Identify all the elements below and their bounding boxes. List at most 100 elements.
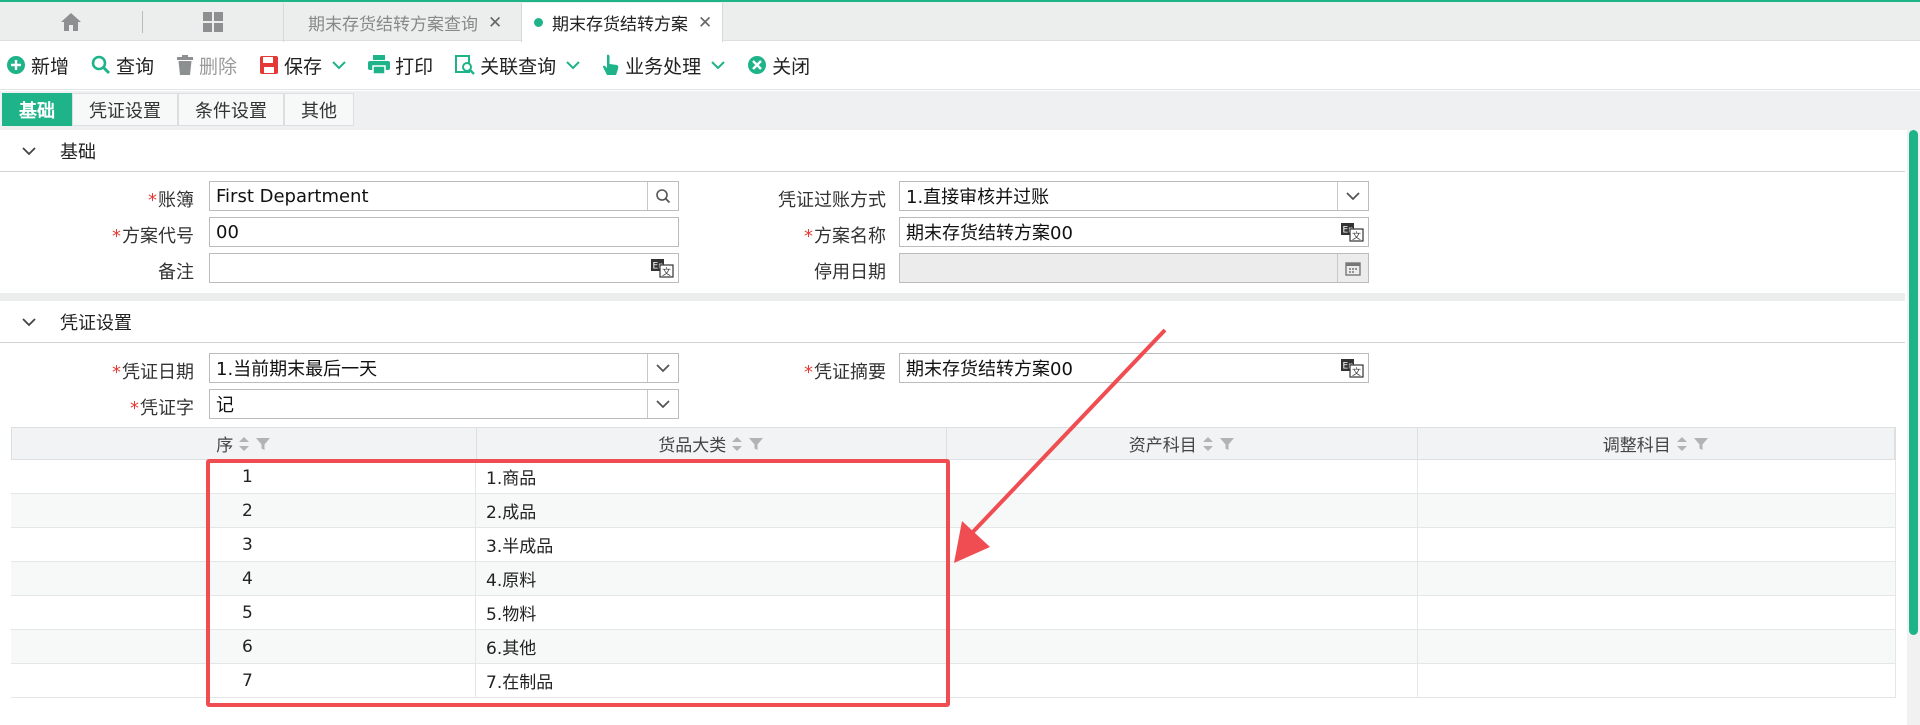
language-translate-icon[interactable]: En 文 — [1340, 358, 1364, 383]
seq-cell: 3 — [11, 528, 476, 561]
category-cell[interactable]: 6.其他 — [476, 630, 947, 663]
chevron-down-icon[interactable] — [647, 390, 678, 418]
adjust-account-cell[interactable] — [1418, 630, 1896, 663]
category-cell[interactable]: 2.成品 — [476, 494, 947, 527]
tab-other[interactable]: 其他 — [284, 93, 354, 126]
vertical-scrollbar[interactable] — [1907, 130, 1920, 725]
close-label: 关闭 — [772, 55, 811, 78]
business-process-button[interactable]: 业务处理 — [602, 52, 725, 79]
adjust-account-cell[interactable] — [1418, 528, 1896, 561]
chevron-down-icon[interactable] — [647, 354, 678, 382]
category-cell[interactable]: 3.半成品 — [476, 528, 947, 561]
scheme-name-value: 期末存货结转方案00 — [906, 223, 1073, 244]
query-label: 查询 — [116, 55, 155, 78]
search-icon[interactable] — [647, 182, 678, 210]
scheme-code-input[interactable]: 00 — [209, 217, 679, 247]
voucher-word-select[interactable]: 记 — [209, 389, 679, 419]
basic-group-header[interactable]: 基础 — [0, 130, 1905, 172]
chevron-down-icon — [22, 146, 36, 155]
remark-input[interactable]: En 文 — [209, 253, 679, 283]
chevron-down-icon — [22, 317, 36, 326]
seq-cell: 7 — [11, 664, 476, 697]
close-button[interactable]: 关闭 — [747, 52, 810, 79]
tab-label: 期末存货结转方案 — [552, 15, 688, 35]
adjust-account-cell[interactable] — [1418, 460, 1896, 493]
home-icon[interactable] — [56, 8, 86, 36]
category-cell[interactable]: 7.在制品 — [476, 664, 947, 697]
asset-account-cell[interactable] — [947, 596, 1418, 629]
filter-icon[interactable] — [748, 436, 764, 452]
posting-method-label: 凭证过账方式 — [778, 190, 886, 211]
column-header-seq[interactable]: 序 — [12, 428, 477, 459]
sort-icon[interactable] — [730, 435, 744, 453]
scheme-name-label: *方案名称 — [804, 226, 886, 247]
tab-basic[interactable]: 基础 — [2, 93, 72, 126]
adjust-account-cell[interactable] — [1418, 494, 1896, 527]
category-cell[interactable]: 4.原料 — [476, 562, 947, 595]
ledger-label: *账簿 — [148, 190, 194, 211]
language-translate-icon[interactable]: En 文 — [650, 258, 674, 283]
chevron-down-icon[interactable] — [711, 60, 725, 70]
filter-icon[interactable] — [1693, 436, 1709, 452]
chevron-down-icon[interactable] — [1337, 182, 1368, 210]
tab-scheme-query[interactable]: 期末存货结转方案查询 ✕ — [283, 3, 512, 42]
svg-text:文: 文 — [662, 266, 671, 278]
svg-text:文: 文 — [1352, 366, 1361, 378]
document-tab-bar: 期末存货结转方案查询 ✕ 期末存货结转方案 ✕ — [0, 0, 1920, 42]
delete-button[interactable]: 删除 — [176, 52, 237, 79]
close-circle-icon — [748, 56, 767, 74]
close-icon[interactable]: ✕ — [488, 13, 502, 33]
ledger-field[interactable]: First Department — [209, 181, 679, 211]
column-title: 序 — [216, 436, 234, 456]
section-tabs: 基础 凭证设置 条件设置 其他 — [2, 93, 354, 126]
apps-grid-icon[interactable] — [198, 8, 228, 36]
table-row[interactable]: 7 7.在制品 — [11, 664, 1896, 698]
scrollbar-thumb[interactable] — [1909, 130, 1918, 635]
related-query-button[interactable]: 关联查询 — [455, 52, 580, 79]
new-label: 新增 — [31, 55, 70, 78]
tab-voucher-settings[interactable]: 凭证设置 — [72, 93, 178, 126]
adjust-account-cell[interactable] — [1418, 664, 1896, 697]
scheme-code-label: *方案代号 — [112, 226, 194, 247]
sort-icon[interactable] — [1201, 435, 1215, 453]
category-cell[interactable]: 1.商品 — [476, 460, 947, 493]
toolbar: 新增 查询 删除 保存 打印 关联查询 业务处理 关闭 — [0, 41, 1920, 90]
posting-method-select[interactable]: 1.直接审核并过账 — [899, 181, 1369, 211]
search-icon — [91, 55, 111, 75]
document-search-icon — [455, 55, 475, 75]
query-button[interactable]: 查询 — [91, 52, 154, 79]
annotation-arrow-icon — [954, 328, 1167, 563]
scheme-name-input[interactable]: 期末存货结转方案00 En 文 — [899, 217, 1369, 247]
chevron-down-icon[interactable] — [566, 60, 580, 70]
save-button[interactable]: 保存 — [259, 52, 346, 79]
column-header-adjust-account[interactable]: 调整科目 — [1418, 428, 1895, 459]
adjust-account-cell[interactable] — [1418, 562, 1896, 595]
ledger-value: First Department — [216, 185, 369, 207]
column-header-category[interactable]: 货品大类 — [477, 428, 947, 459]
chevron-down-icon[interactable] — [332, 60, 346, 70]
scheme-code-value: 00 — [216, 221, 239, 243]
seq-cell: 2 — [11, 494, 476, 527]
table-row[interactable]: 6 6.其他 — [11, 630, 1896, 664]
sort-icon[interactable] — [237, 435, 251, 453]
sort-icon[interactable] — [1675, 435, 1689, 453]
category-cell[interactable]: 5.物料 — [476, 596, 947, 629]
voucher-date-select[interactable]: 1.当前期末最后一天 — [209, 353, 679, 383]
new-button[interactable]: 新增 — [6, 52, 69, 79]
hand-pointer-icon — [603, 54, 619, 75]
adjust-account-cell[interactable] — [1418, 596, 1896, 629]
close-icon[interactable]: ✕ — [698, 13, 712, 33]
voucher-word-label: *凭证字 — [130, 398, 194, 419]
group-title: 凭证设置 — [60, 312, 132, 334]
print-button[interactable]: 打印 — [368, 52, 433, 79]
svg-text:文: 文 — [1352, 230, 1361, 242]
language-translate-icon[interactable]: En 文 — [1340, 222, 1364, 247]
filter-icon[interactable] — [1219, 436, 1235, 452]
asset-account-cell[interactable] — [947, 630, 1418, 663]
filter-icon[interactable] — [255, 436, 271, 452]
tab-scheme[interactable]: 期末存货结转方案 ✕ — [521, 3, 724, 42]
asset-account-cell[interactable] — [947, 664, 1418, 697]
business-process-label: 业务处理 — [625, 55, 702, 78]
tab-condition-settings[interactable]: 条件设置 — [178, 93, 284, 126]
table-row[interactable]: 5 5.物料 — [11, 596, 1896, 630]
